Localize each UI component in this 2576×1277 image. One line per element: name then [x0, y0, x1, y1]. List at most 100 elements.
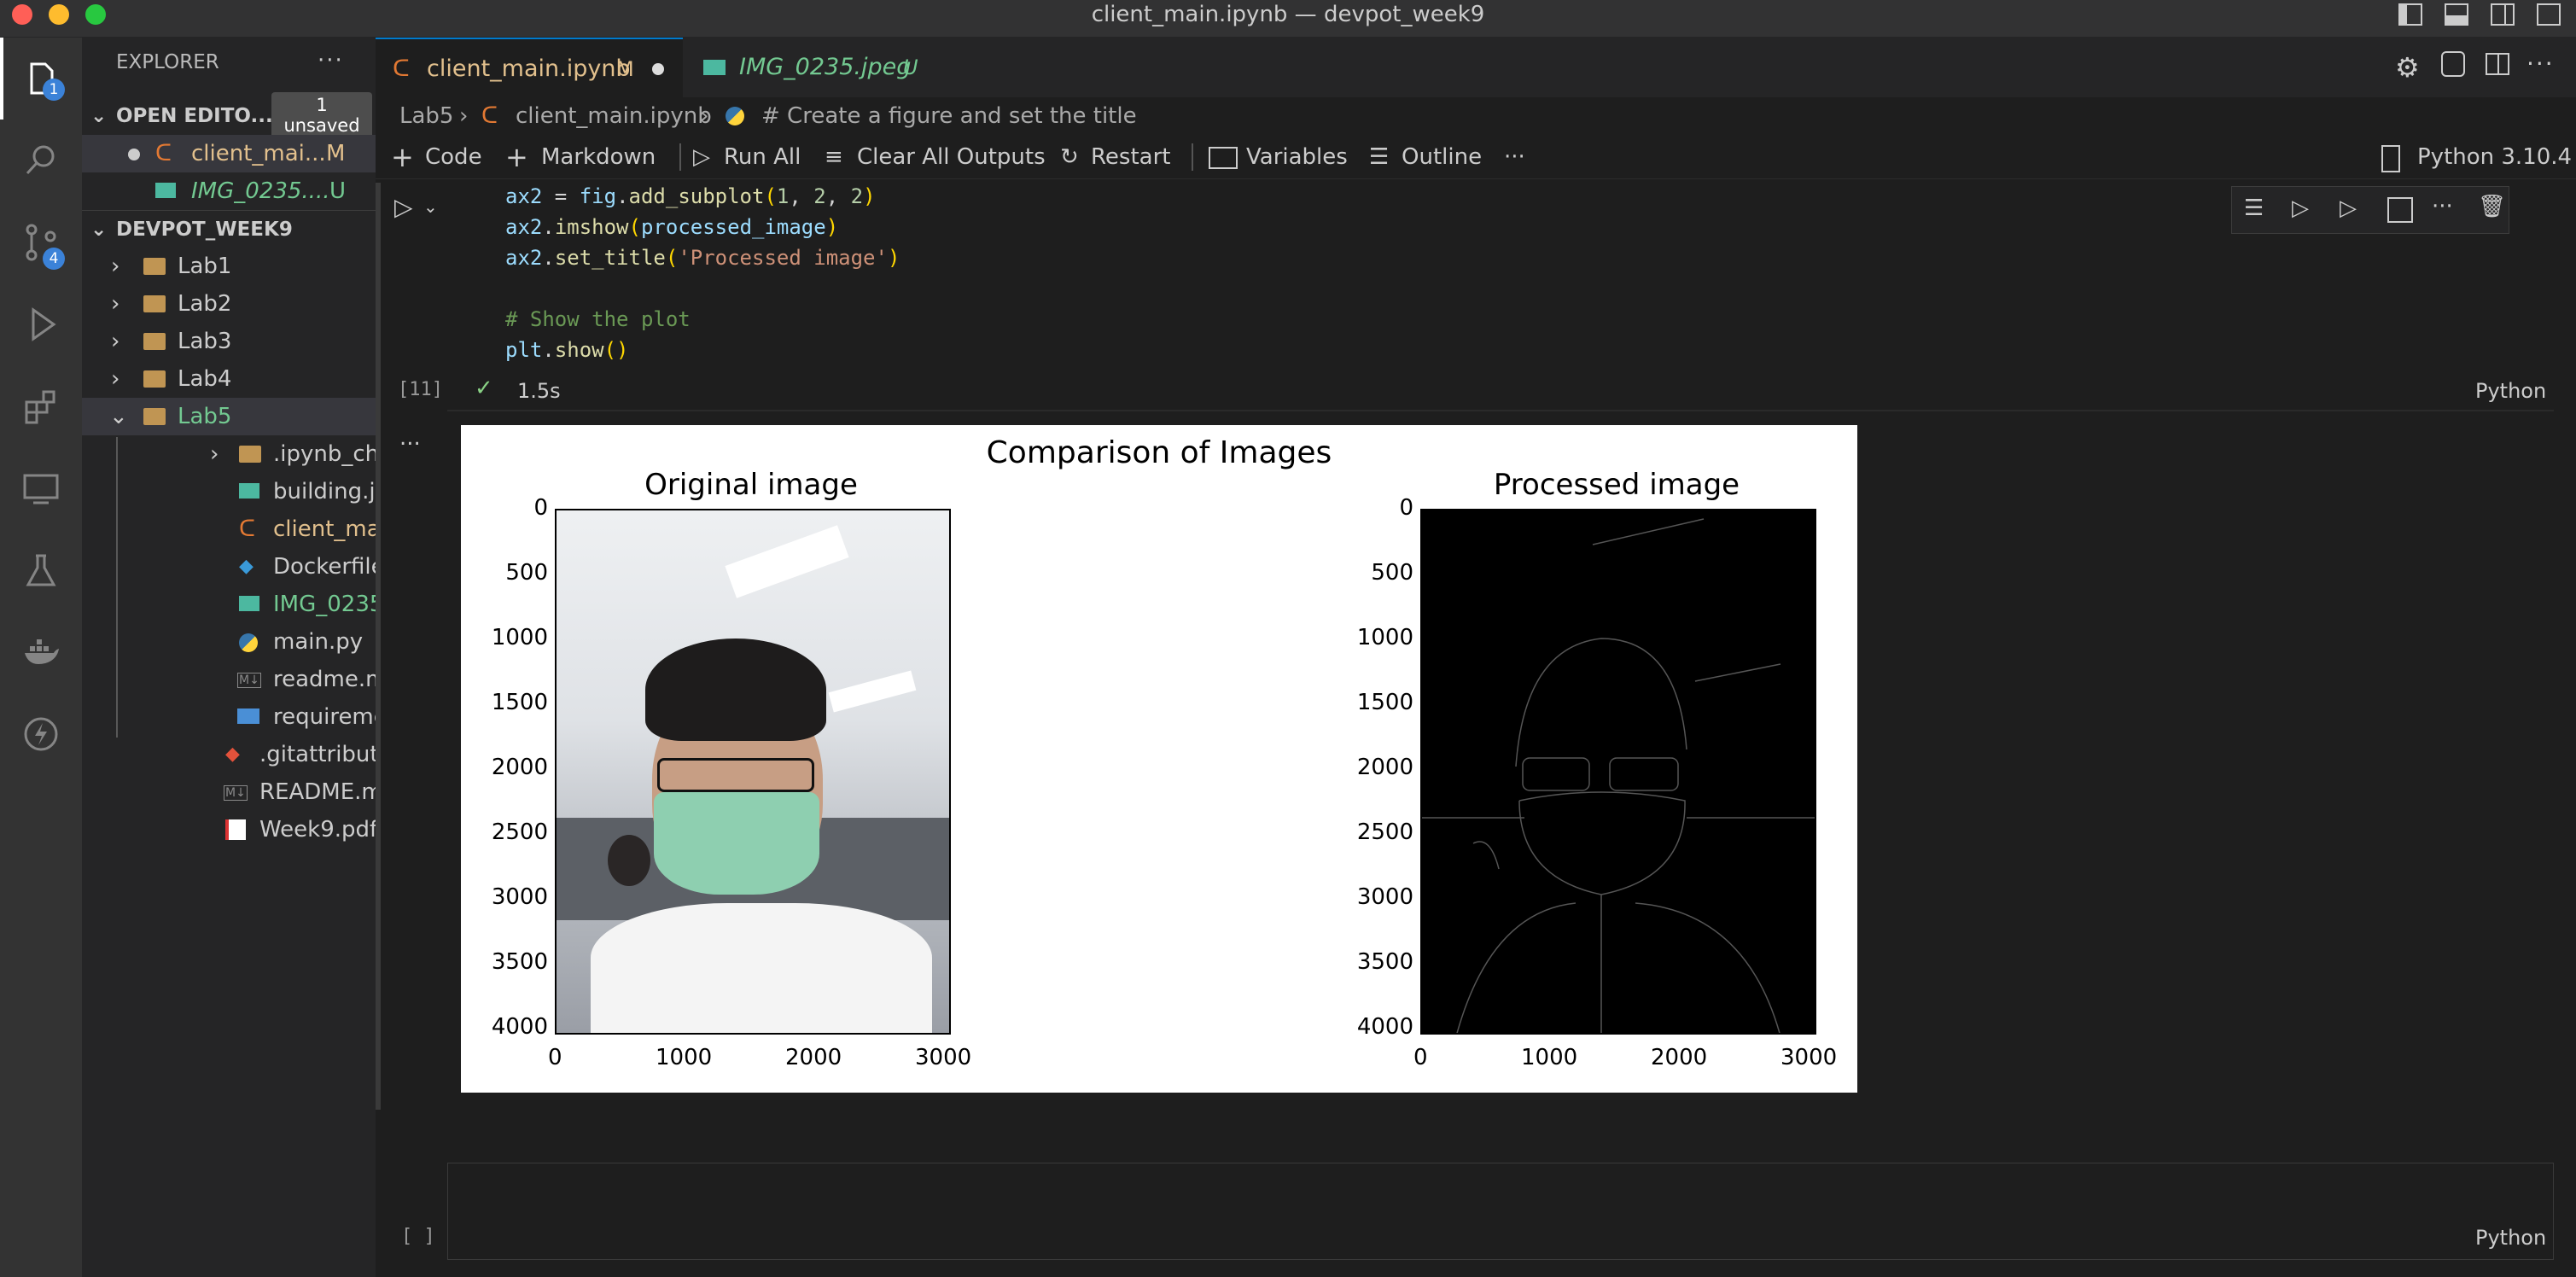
breadcrumb-symbol[interactable]: # Create a figure and set the title [761, 97, 1137, 135]
open-editor-label: client_mai... [191, 141, 326, 166]
x-tick-label: 0 [548, 1045, 562, 1070]
explorer-more-icon[interactable]: ··· [318, 48, 344, 73]
settings-gear-icon[interactable]: ⚙ [2395, 51, 2420, 84]
folder-lab4[interactable]: › Lab4 [82, 360, 376, 398]
breadcrumb-folder[interactable]: Lab5 [399, 97, 453, 135]
tab-img-0235[interactable]: IMG_0235.jpeg U [685, 38, 966, 97]
run-debug-icon[interactable] [0, 283, 82, 365]
file-gitattributes[interactable]: ◆ .gitattributes [82, 736, 404, 773]
y-tick-label: 0 [533, 495, 548, 521]
unsaved-dot-icon[interactable] [652, 63, 664, 75]
y-tick-label: 500 [1371, 560, 1413, 586]
breadcrumb: Lab5 › ᑕ client_main.ipynb › # Create a … [376, 97, 2576, 135]
file-readme-md[interactable]: M↓ readme.md [82, 661, 401, 698]
file-dockerfile[interactable]: ◆ Dockerfile [82, 548, 385, 586]
image-file-icon [239, 596, 259, 611]
kernel-picker[interactable]: Python 3.10.4 [2417, 135, 2572, 179]
toggle-secondary-sidebar-icon[interactable] [2491, 3, 2515, 26]
file-main-py[interactable]: main.py [82, 623, 376, 661]
folder-lab2[interactable]: › Lab2 [82, 285, 376, 323]
jupyter-file-icon: ᑕ [239, 516, 255, 542]
open-editor-img[interactable]: IMG_0235.... U [82, 172, 376, 210]
tree-label: Dockerfile [273, 554, 385, 580]
source-control-icon[interactable]: 4 [0, 201, 82, 283]
plus-icon: + [391, 141, 414, 173]
output-more-icon[interactable]: ... [399, 425, 421, 451]
execute-below-icon[interactable]: ▷ [2340, 195, 2357, 221]
file-client-main[interactable]: ᑕ client_mai... M [82, 510, 427, 548]
figure-suptitle: Comparison of Images [986, 435, 1332, 470]
split-cell-icon[interactable] [2387, 197, 2413, 223]
outline-button[interactable]: Outline [1402, 135, 1482, 179]
y-tick-label: 1500 [491, 690, 548, 715]
toolbar-more-icon[interactable]: ··· [1504, 135, 1525, 179]
more-actions-icon[interactable]: ··· [2526, 50, 2555, 78]
empty-cell-language[interactable]: Python [2475, 1226, 2546, 1250]
processed-image [1420, 509, 1816, 1035]
customize-layout-icon[interactable] [2537, 3, 2561, 26]
y-tick-label: 0 [1399, 495, 1413, 521]
add-markdown-button[interactable]: Markdown [541, 135, 656, 179]
breadcrumb-file[interactable]: client_main.ipynb [516, 97, 712, 135]
folder-lab5[interactable]: ⌄ Lab5 [82, 398, 423, 435]
left-plot-title: Original image [644, 468, 858, 502]
file-readme-upper[interactable]: M↓ README.md [82, 773, 397, 811]
x-tick-label: 2000 [785, 1045, 842, 1070]
search-icon[interactable] [0, 120, 82, 201]
open-changes-icon[interactable] [2441, 51, 2465, 77]
lightning-icon[interactable] [0, 693, 82, 775]
workspace-header[interactable]: ⌄ DEVPOT_WEEK9 [82, 210, 376, 248]
chevron-down-icon[interactable]: ⌄ [423, 196, 438, 217]
explorer-badge: 1 [43, 79, 65, 101]
remote-explorer-icon[interactable] [0, 447, 82, 529]
folder-icon [143, 370, 166, 388]
unsaved-dot-icon[interactable] [128, 149, 140, 160]
file-requirements-txt[interactable]: requirements.txt [82, 698, 459, 736]
toggle-panel-icon[interactable] [2445, 3, 2468, 26]
open-editors-label: OPEN EDITO... [116, 105, 273, 127]
window-title: client_main.ipynb — devpot_week9 [1091, 2, 1485, 27]
extensions-icon[interactable] [0, 365, 82, 447]
tree-label: Lab4 [178, 366, 232, 392]
activity-bar: 1 4 [0, 38, 82, 1277]
restart-icon: ↻ [1060, 144, 1079, 170]
markdown-file-icon: M↓ [237, 673, 261, 688]
variables-button[interactable]: Variables [1246, 135, 1348, 179]
unsaved-badge: 1 unsaved [271, 92, 372, 138]
execute-above-icon[interactable]: ☰ [2244, 195, 2264, 221]
cell-more-icon[interactable]: ··· [2432, 194, 2453, 219]
folder-lab3[interactable]: › Lab3 [82, 323, 376, 360]
testing-icon[interactable] [0, 529, 82, 611]
execute-cell-and-below-icon[interactable]: ▷ [2292, 195, 2309, 221]
file-week9-pdf[interactable]: Week9.pdf [82, 811, 378, 848]
empty-code-cell[interactable] [447, 1163, 2554, 1260]
toggle-sidebar-icon[interactable] [2398, 3, 2422, 26]
file-building-jpg[interactable]: building.jpg [82, 473, 404, 510]
split-editor-icon[interactable] [2486, 53, 2509, 75]
delete-cell-icon[interactable]: 🗑 [2478, 194, 2506, 219]
right-x-axis: 0 1000 2000 3000 [1395, 1045, 1856, 1079]
y-tick-label: 3500 [491, 949, 548, 975]
open-editor-label: IMG_0235.... [191, 178, 330, 204]
restart-button[interactable]: Restart [1091, 135, 1170, 179]
add-code-button[interactable]: Code [425, 135, 482, 179]
clear-all-outputs-button[interactable]: Clear All Outputs [857, 135, 1046, 179]
check-icon: ✓ [475, 376, 493, 401]
modified-status: M [326, 141, 346, 166]
file-img-0235[interactable]: IMG_0235... U [82, 586, 428, 623]
docker-icon[interactable] [0, 611, 82, 693]
open-editor-client-main[interactable]: ᑕ client_mai... M [82, 135, 376, 172]
folder-ipynb-checkpoints[interactable]: › .ipynb_checkpo... [82, 435, 466, 473]
y-tick-label: 3500 [1356, 949, 1413, 975]
kernel-icon [2381, 145, 2400, 172]
x-tick-label: 3000 [1780, 1045, 1838, 1070]
folder-lab1[interactable]: › Lab1 [82, 248, 376, 285]
run-all-button[interactable]: Run All [724, 135, 801, 179]
y-tick-label: 2000 [491, 755, 548, 780]
tree-label: Week9.pdf [259, 817, 378, 843]
run-cell-icon[interactable]: ▷ [394, 193, 413, 221]
tab-client-main[interactable]: ᑕ client_main.ipynb M [376, 38, 683, 97]
title-bar: client_main.ipynb — devpot_week9 [0, 0, 2576, 38]
cell-language[interactable]: Python [2475, 379, 2546, 403]
explorer-icon[interactable]: 1 [0, 38, 82, 120]
